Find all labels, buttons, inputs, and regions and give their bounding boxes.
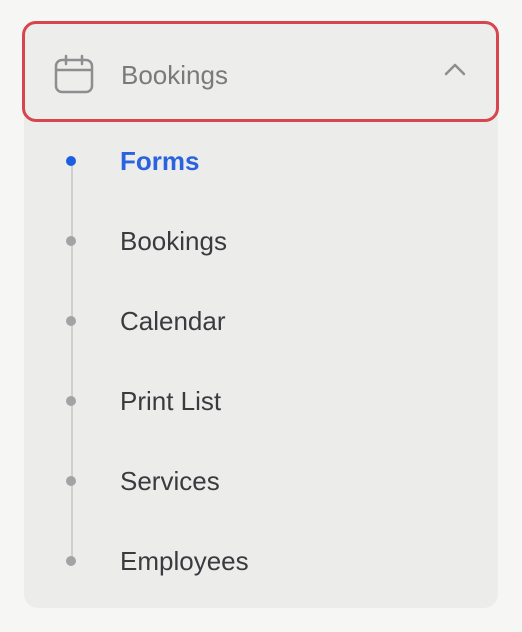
bullet-icon xyxy=(66,556,76,566)
chevron-up-icon[interactable] xyxy=(444,62,466,76)
bullet-icon xyxy=(66,236,76,246)
bullet-icon xyxy=(66,396,76,406)
submenu-item-calendar[interactable]: Calendar xyxy=(60,296,480,346)
submenu-item-employees[interactable]: Employees xyxy=(60,536,480,586)
bookings-menu-header[interactable]: Bookings xyxy=(22,21,499,122)
submenu-item-print-list[interactable]: Print List xyxy=(60,376,480,426)
active-bullet-icon xyxy=(66,156,76,166)
bullet-icon xyxy=(66,316,76,326)
submenu-item-forms[interactable]: Forms xyxy=(60,136,480,186)
submenu-item-services[interactable]: Services xyxy=(60,456,480,506)
submenu-item-label: Employees xyxy=(120,546,249,576)
submenu-item-label: Calendar xyxy=(120,306,226,336)
submenu-item-label: Bookings xyxy=(120,226,227,256)
calendar-icon xyxy=(54,54,94,94)
submenu-item-bookings[interactable]: Bookings xyxy=(60,216,480,266)
submenu-item-label: Print List xyxy=(120,386,222,416)
bullet-icon xyxy=(66,476,76,486)
bookings-menu-title: Bookings xyxy=(121,60,228,90)
submenu-item-label: Forms xyxy=(120,146,200,176)
submenu-item-label: Services xyxy=(120,466,220,496)
